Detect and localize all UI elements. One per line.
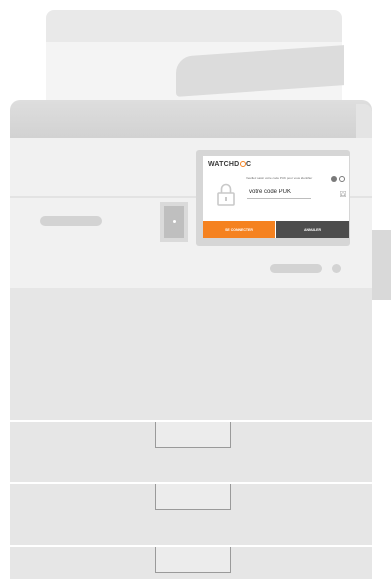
info-icon[interactable]: [339, 176, 345, 182]
padlock-icon: [217, 183, 235, 206]
home-icon[interactable]: [340, 191, 346, 197]
connect-button[interactable]: SE CONNECTER: [203, 221, 275, 238]
side-panel: [372, 230, 391, 300]
logo-text: WATCHD: [208, 161, 240, 168]
instruction-text: Veuillez saisir votre code PUK pour vous…: [246, 176, 313, 180]
top-icons: [329, 169, 345, 187]
paper-slot: [40, 216, 102, 226]
scanner-lid-edge: [356, 104, 372, 138]
drawer-handle[interactable]: [155, 484, 231, 510]
cancel-button[interactable]: ANNULER: [276, 221, 349, 238]
status-indicator-bar: [270, 264, 322, 273]
logo-o-icon: [239, 161, 246, 167]
logo-text-end: C: [246, 161, 252, 168]
scanner-lid: [10, 100, 372, 138]
gear-icon[interactable]: [331, 176, 337, 182]
watchdoc-logo: WATCHD C: [208, 161, 251, 168]
touch-screen: WATCHD C Veuillez saisir votre code PUK p…: [203, 156, 349, 238]
status-indicator-dot: [332, 264, 341, 273]
puk-code-input[interactable]: [247, 186, 311, 199]
drawer-handle[interactable]: [155, 422, 231, 448]
drawer-handle[interactable]: [155, 547, 231, 573]
printer-illustration: WATCHD C Veuillez saisir votre code PUK p…: [0, 0, 391, 579]
card-reader-led: [173, 220, 176, 223]
